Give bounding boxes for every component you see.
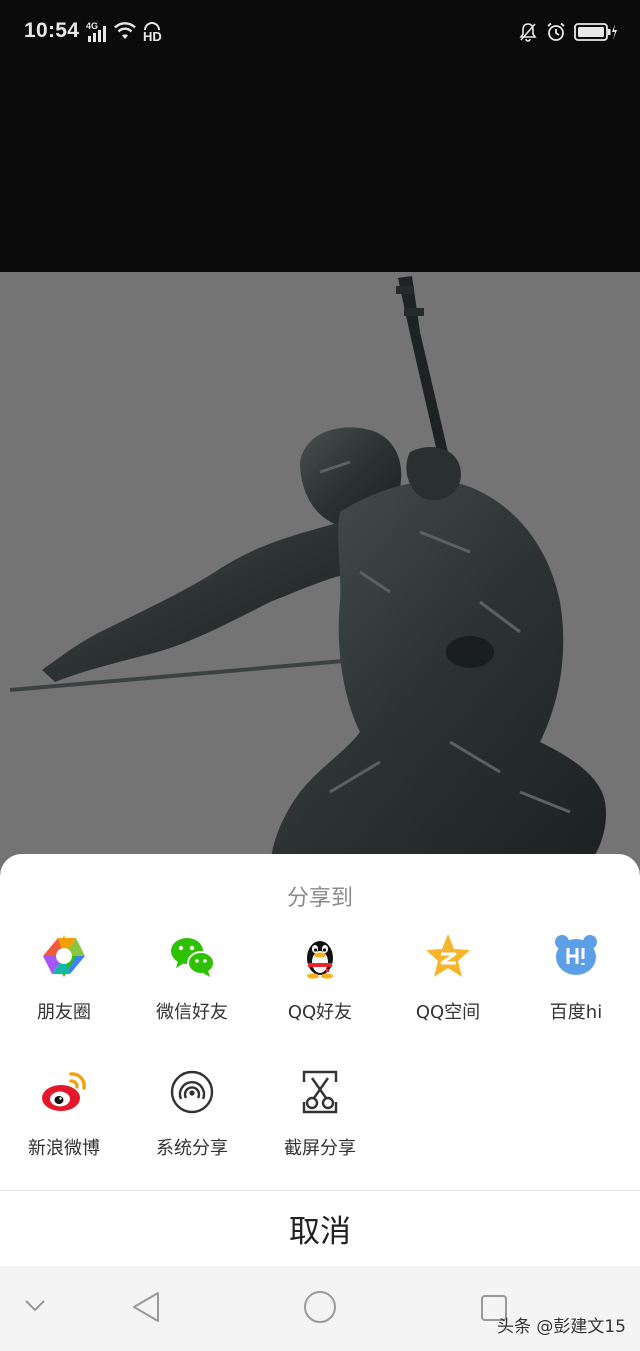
share-label: QQ好友 xyxy=(287,1002,353,1023)
qzone-icon xyxy=(426,934,470,977)
status-right-icons xyxy=(518,22,618,47)
moments-icon xyxy=(43,935,85,977)
weibo-icon xyxy=(42,1072,86,1111)
share-moments-button[interactable]: 朋友圈 xyxy=(0,932,128,1024)
status-time: 10:54 xyxy=(24,19,80,42)
navigation-bar: 头条 @彭建文15 xyxy=(0,1266,640,1351)
status-left-icons: 4G HD xyxy=(86,21,162,45)
share-baidu-hi-button[interactable]: 百度hi xyxy=(512,932,640,1024)
share-label: 微信好友 xyxy=(156,1002,228,1023)
alarm-icon xyxy=(546,22,566,47)
qq-icon xyxy=(307,941,333,979)
hd-label: HD xyxy=(143,28,162,44)
wechat-icon xyxy=(171,938,215,977)
share-sheet: 分享到 朋友圈 微信好友 QQ好友 QQ空间 百度hi 新浪微博 系统分享 截屏… xyxy=(0,854,640,1266)
baidu-hi-icon xyxy=(555,935,597,975)
screenshot-share-icon xyxy=(302,1070,338,1114)
cancel-button[interactable]: 取消 xyxy=(0,1191,640,1266)
home-button[interactable] xyxy=(303,1290,337,1328)
watermark-text: 头条 @彭建文15 xyxy=(496,1317,626,1337)
share-label: 截屏分享 xyxy=(284,1138,356,1159)
back-button[interactable] xyxy=(130,1290,162,1328)
share-screenshot-button[interactable]: 截屏分享 xyxy=(256,1068,384,1160)
hd-icon: HD xyxy=(142,21,162,45)
wifi-icon xyxy=(114,22,136,45)
statue-image xyxy=(9,276,606,872)
share-label: QQ空间 xyxy=(415,1002,481,1023)
share-system-button[interactable]: 系统分享 xyxy=(128,1068,256,1160)
share-label: 新浪微博 xyxy=(28,1138,100,1159)
share-label: 系统分享 xyxy=(156,1138,228,1159)
share-label: 朋友圈 xyxy=(37,1002,91,1023)
photo-preview xyxy=(0,272,640,872)
bell-muted-icon xyxy=(518,22,538,47)
collapse-chevron-icon[interactable] xyxy=(24,1298,46,1317)
share-label: 百度hi xyxy=(549,1002,603,1023)
share-qq-button[interactable]: QQ好友 xyxy=(256,932,384,1024)
share-qzone-button[interactable]: QQ空间 xyxy=(384,932,512,1024)
share-wechat-button[interactable]: 微信好友 xyxy=(128,932,256,1024)
system-share-icon xyxy=(170,1070,214,1114)
battery-icon xyxy=(574,22,618,47)
status-bar: 10:54 4G HD xyxy=(0,0,640,66)
share-weibo-button[interactable]: 新浪微博 xyxy=(0,1068,128,1160)
sheet-title: 分享到 xyxy=(286,886,353,911)
signal-icon: 4G xyxy=(86,21,108,44)
